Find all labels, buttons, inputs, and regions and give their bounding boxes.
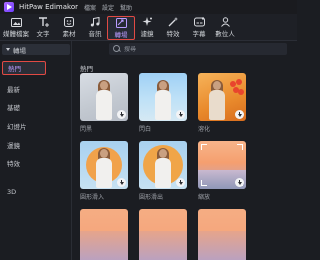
sidebar-item-camera-motion[interactable]: 運鏡	[2, 138, 46, 152]
category-header-label: 轉場	[13, 46, 26, 55]
media-icon	[10, 17, 22, 27]
transition-thumbnail[interactable]	[80, 209, 128, 260]
toolbar-subtitle-label: 字幕	[192, 30, 206, 38]
thumbnail-caption: 溶化	[198, 126, 211, 133]
sea-image	[198, 231, 246, 260]
toolbar-transition-label: 轉場	[114, 31, 128, 39]
toolbar-stickers-button[interactable]: 素材	[55, 16, 83, 40]
download-icon[interactable]	[117, 178, 126, 187]
toolbar-media-label: 媒體檔案	[3, 30, 29, 38]
title-bar: HitPaw Edimakor 檔案 設定 幫助	[0, 0, 297, 14]
corner-arrow-icon	[237, 144, 243, 150]
sidebar-item-3d[interactable]: 3D	[2, 185, 46, 199]
menu-file[interactable]: 檔案	[84, 3, 96, 12]
transition-thumbnail[interactable]	[198, 209, 246, 260]
person-image	[208, 80, 226, 120]
toolbar-transition-button[interactable]: 轉場	[107, 16, 135, 40]
transition-thumbnail-dissolve[interactable]	[198, 73, 246, 121]
search-icon	[113, 45, 121, 53]
toolbar-subtitle-button[interactable]: 字幕	[185, 16, 213, 40]
app-title: HitPaw Edimakor	[19, 3, 78, 11]
stickers-icon	[63, 17, 75, 27]
caret-down-icon	[6, 48, 10, 51]
transition-icon	[115, 18, 127, 28]
corner-arrow-icon	[201, 144, 207, 150]
search-input[interactable]	[124, 45, 274, 53]
person-image	[154, 148, 172, 188]
transition-thumbnail-zoom[interactable]	[198, 141, 246, 189]
app-logo-icon	[4, 2, 14, 12]
toolbar-avatar-button[interactable]: 數位人	[211, 16, 239, 40]
person-image	[95, 80, 113, 120]
download-icon[interactable]	[117, 110, 126, 119]
menu-help[interactable]: 幫助	[120, 3, 132, 12]
sidebar-item-newest[interactable]: 最新	[2, 82, 46, 96]
sidebar-item-slideshow[interactable]: 幻燈片	[2, 119, 46, 133]
download-icon[interactable]	[235, 110, 244, 119]
subtitle-icon	[193, 17, 205, 27]
audio-icon	[89, 17, 101, 27]
download-icon[interactable]	[235, 178, 244, 187]
sidebar-item-basic[interactable]: 基礎	[2, 100, 46, 114]
thumbnail-caption: 縮放	[198, 194, 211, 201]
toolbar-media-button[interactable]: 媒體檔案	[2, 16, 30, 40]
toolbar-audio-button[interactable]: 音訊	[81, 16, 109, 40]
section-title: 熱門	[80, 65, 93, 73]
toolbar-text-button[interactable]: 文字	[29, 16, 57, 40]
transition-thumbnail-circle-in[interactable]	[80, 141, 128, 189]
flowers-image	[230, 79, 244, 101]
sea-image	[139, 231, 187, 260]
effects-icon	[167, 17, 179, 27]
sea-image	[80, 231, 128, 260]
person-image	[95, 148, 113, 188]
toolbar-audio-label: 音訊	[88, 30, 102, 38]
toolbar-text-label: 文字	[36, 30, 50, 38]
toolbar-avatar-label: 數位人	[215, 30, 235, 38]
text-icon	[37, 17, 49, 27]
download-icon[interactable]	[176, 110, 185, 119]
filter-icon	[141, 17, 153, 27]
toolbar-stickers-label: 素材	[62, 30, 76, 38]
search-box[interactable]	[109, 43, 287, 55]
transition-thumbnail[interactable]	[139, 209, 187, 260]
sidebar-item-popular[interactable]: 熱門	[2, 61, 46, 75]
person-image	[154, 80, 172, 120]
category-header-transition[interactable]: 轉場	[2, 44, 70, 55]
sidebar-item-effects[interactable]: 特效	[2, 156, 46, 170]
category-sidebar: 轉場 熱門 最新 基礎 幻燈片 運鏡 特效 3D	[0, 41, 72, 260]
avatar-icon	[219, 17, 231, 27]
toolbar-effects-label: 特效	[166, 30, 180, 38]
toolbar-filter-label: 濾鏡	[140, 30, 154, 38]
main-toolbar: 媒體檔案 文字 素材 音訊 轉場 濾鏡 特效 字幕 數位人	[0, 14, 297, 41]
transition-thumbnail-fade-black[interactable]	[80, 73, 128, 121]
thumbnail-caption: 閃黑	[80, 126, 93, 133]
corner-arrow-icon	[201, 180, 207, 186]
download-icon[interactable]	[176, 178, 185, 187]
menu-settings[interactable]: 設定	[102, 3, 114, 12]
thumbnail-caption: 圓形滑出	[139, 194, 164, 201]
toolbar-effects-button[interactable]: 特效	[159, 16, 187, 40]
toolbar-filter-button[interactable]: 濾鏡	[133, 16, 161, 40]
transition-thumbnail-circle-out[interactable]	[139, 141, 187, 189]
thumbnail-caption: 閃白	[139, 126, 152, 133]
transition-thumbnail-fade-white[interactable]	[139, 73, 187, 121]
thumbnail-caption: 圓形滑入	[80, 194, 105, 201]
